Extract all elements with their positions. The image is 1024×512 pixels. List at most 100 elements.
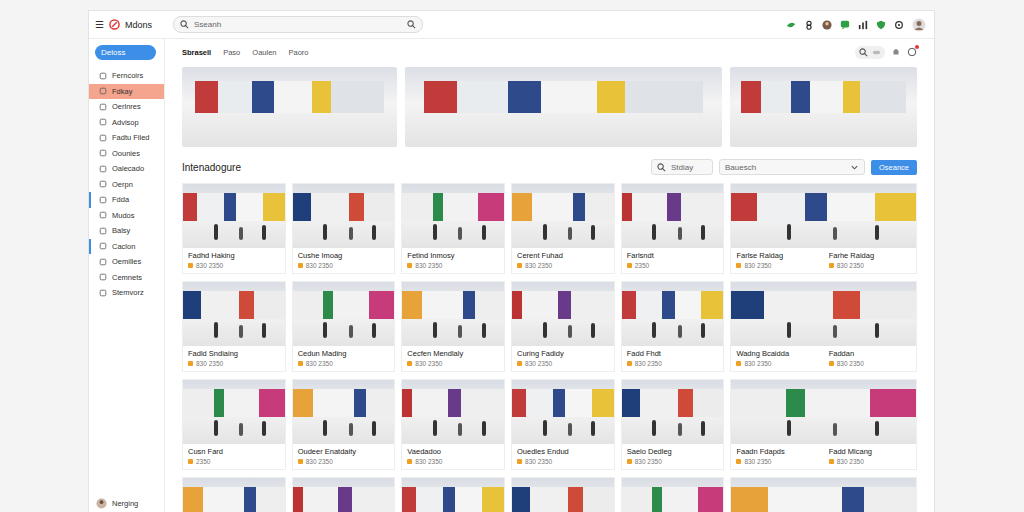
sidebar-item[interactable]: Oounies <box>89 146 164 162</box>
sidebar-item[interactable]: Mudos <box>89 208 164 224</box>
video-card[interactable]: Cerent Fuhad 830 2350 <box>511 183 615 274</box>
card-captions: Oudeer Enatdaity 830 2350 <box>293 444 395 469</box>
search-icon[interactable] <box>407 20 416 29</box>
card-meta: 830 2350 <box>188 360 280 367</box>
menu-button[interactable]: ☰ <box>95 19 104 30</box>
section-button[interactable]: Oseance <box>871 160 917 175</box>
sidebar-item[interactable]: Oalecado <box>89 161 164 177</box>
sidebar-item[interactable]: Cemnets <box>89 270 164 286</box>
card-caption: Cerent Fuhad 830 2350 <box>512 248 614 273</box>
views-icon <box>298 263 303 268</box>
thumbnail <box>731 282 916 346</box>
views-icon <box>407 263 412 268</box>
card-captions: Cedun Mading 830 2350 <box>293 346 395 371</box>
sidebar-item[interactable]: Ferncoirs <box>89 68 164 84</box>
banner-image[interactable] <box>405 67 722 147</box>
video-card[interactable]: Saelo Dedleg 830 2350 <box>621 379 725 470</box>
video-card[interactable]: Fadhd Haking 830 2350 <box>182 183 286 274</box>
video-card[interactable] <box>182 477 286 512</box>
video-card[interactable]: Cecfen Mendlaly 830 2350 <box>401 281 505 372</box>
sidebar-button[interactable]: Deloss <box>95 45 156 60</box>
card-title: Oudeer Enatdaity <box>298 447 390 456</box>
video-card[interactable] <box>730 477 917 512</box>
tabs: Sbrasell Paso Oaulen Paoro <box>182 48 309 57</box>
tab[interactable]: Paoro <box>288 48 308 57</box>
sort-dropdown[interactable]: Bauesch <box>719 159 865 175</box>
video-card[interactable]: Faadn Fdapds 830 2350Fadd Mlcang 830 235… <box>730 379 917 470</box>
card-caption: Saelo Dedleg 830 2350 <box>622 444 724 469</box>
video-card[interactable]: Cushe Imoag 830 2350 <box>292 183 396 274</box>
leaf-icon[interactable] <box>786 20 796 30</box>
search-field[interactable]: Sseanh <box>173 16 423 33</box>
banner-image[interactable] <box>182 67 397 147</box>
video-card[interactable]: Vaedadoo 830 2350 <box>401 379 505 470</box>
video-card[interactable]: Fadld Sndiaing 830 2350 <box>182 281 286 372</box>
video-card[interactable] <box>621 477 725 512</box>
views-icon <box>188 263 193 268</box>
sidebar: Deloss Ferncoirs Fdkay Oerlnres Advisop … <box>89 39 165 512</box>
card-title: Cedun Mading <box>298 349 390 358</box>
chart-icon[interactable] <box>858 20 868 30</box>
card-caption: Faadn Fdapds 830 2350 <box>731 444 823 469</box>
video-card[interactable]: Curing Fadidy 830 2350 <box>511 281 615 372</box>
avatar-icon[interactable] <box>822 20 832 30</box>
video-card[interactable] <box>401 477 505 512</box>
card-captions: Fetind Inmosy 830 2350 <box>402 248 504 273</box>
thumbnail <box>512 478 614 512</box>
sidebar-item[interactable]: Caclon <box>89 239 164 255</box>
search-button[interactable] <box>855 46 885 59</box>
tab[interactable]: Paso <box>223 48 240 57</box>
tab-bar: Sbrasell Paso Oaulen Paoro <box>182 43 917 61</box>
thumbnail <box>622 282 724 346</box>
bell-icon[interactable] <box>891 47 901 57</box>
card-title: Fadld Sndiaing <box>188 349 280 358</box>
sidebar-item[interactable]: Balsy <box>89 223 164 239</box>
link-icon[interactable] <box>804 20 814 30</box>
card-captions: Saelo Dedleg 830 2350 <box>622 444 724 469</box>
thumbnail <box>731 184 916 248</box>
search-placeholder: Sseanh <box>194 20 402 29</box>
video-card[interactable]: Farlse Raidag 830 2350Farhe Raidag 830 2… <box>730 183 917 274</box>
settings-icon[interactable] <box>894 20 904 30</box>
shield-icon[interactable] <box>876 20 886 30</box>
sidebar-item[interactable]: Fadtu Filed <box>89 130 164 146</box>
notification-button[interactable] <box>907 47 917 57</box>
sidebar-item[interactable]: Stemvorz <box>89 285 164 301</box>
body: Deloss Ferncoirs Fdkay Oerlnres Advisop … <box>89 39 934 512</box>
video-card[interactable]: Fetind Inmosy 830 2350 <box>401 183 505 274</box>
sidebar-item[interactable]: Fdda <box>89 192 164 208</box>
card-title: Wadng Bcaidda <box>736 349 818 358</box>
card-meta: 830 2350 <box>298 458 390 465</box>
sidebar-item[interactable]: Oerpn <box>89 177 164 193</box>
views-icon <box>517 361 522 366</box>
card-meta: 830 2350 <box>298 262 390 269</box>
video-card[interactable]: Cedun Mading 830 2350 <box>292 281 396 372</box>
card-captions: Fadhd Haking 830 2350 <box>183 248 285 273</box>
video-card[interactable]: Wadng Bcaidda 830 2350Faddan 830 2350 <box>730 281 917 372</box>
video-card[interactable]: Ouedles Endud 830 2350 <box>511 379 615 470</box>
sidebar-item[interactable]: Advisop <box>89 115 164 131</box>
sidebar-item[interactable]: Oemilles <box>89 254 164 270</box>
card-caption: Cusn Fard 2350 <box>183 444 285 469</box>
video-card[interactable]: Farlsndt 2350 <box>621 183 725 274</box>
sidebar-user[interactable]: Nerging <box>89 498 164 509</box>
sidebar-item[interactable]: Fdkay <box>89 84 164 100</box>
user-avatar-icon[interactable] <box>912 18 926 32</box>
video-card[interactable] <box>511 477 615 512</box>
video-card[interactable]: Fadd Fhdt 830 2350 <box>621 281 725 372</box>
sidebar-item[interactable]: Oerlnres <box>89 99 164 115</box>
banner-image[interactable] <box>730 67 917 147</box>
chat-icon[interactable] <box>840 20 850 30</box>
card-caption: Ouedles Endud 830 2350 <box>512 444 614 469</box>
video-card[interactable]: Oudeer Enatdaity 830 2350 <box>292 379 396 470</box>
tab[interactable]: Sbrasell <box>182 48 211 57</box>
views-icon <box>298 459 303 464</box>
card-meta: 830 2350 <box>188 262 280 269</box>
video-card[interactable] <box>292 477 396 512</box>
video-card[interactable]: Cusn Fard 2350 <box>182 379 286 470</box>
card-caption: Cedun Mading 830 2350 <box>293 346 395 371</box>
item-icon <box>99 118 107 126</box>
tab[interactable]: Oaulen <box>252 48 276 57</box>
thumbnail <box>293 282 395 346</box>
filter-field[interactable]: Stdiay <box>651 159 713 175</box>
